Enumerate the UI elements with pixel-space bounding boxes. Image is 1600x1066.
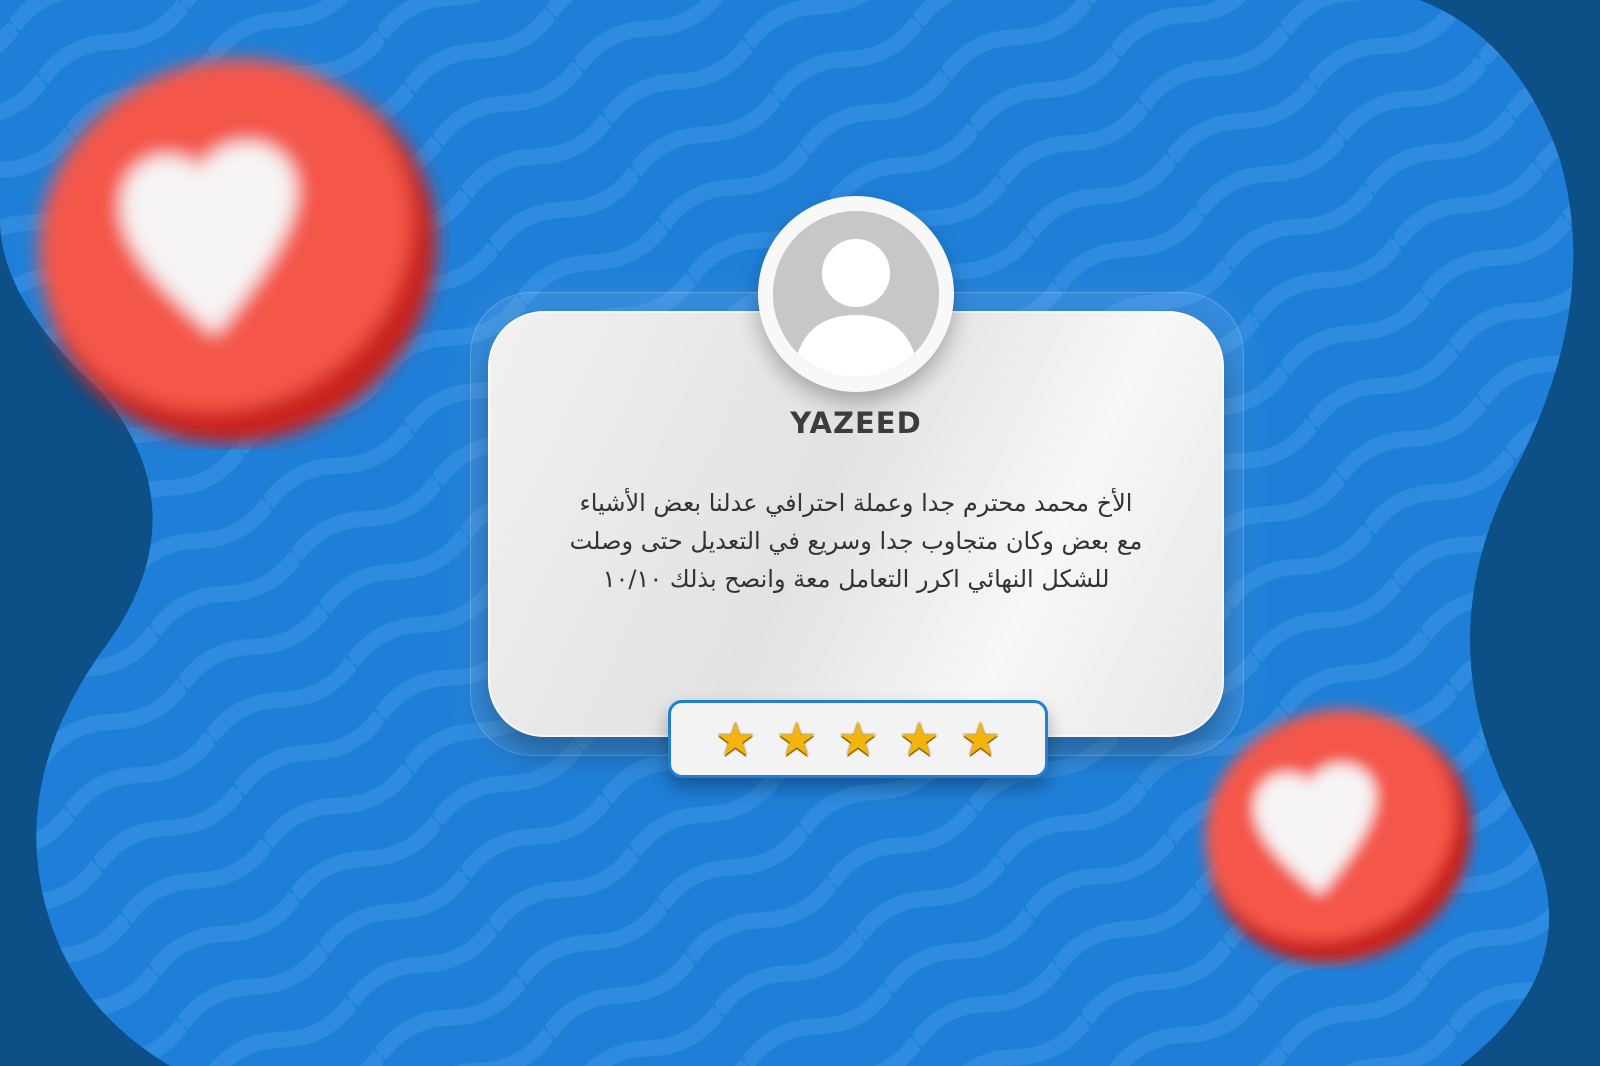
star-icon: ★: [776, 712, 818, 766]
heart-decoration-large: [10, 30, 450, 450]
review-text-line: الأخ محمد محترم جدا وعملة احترافي عدلنا …: [579, 489, 1133, 517]
review-text: الأخ محمد محترم جدا وعملة احترافي عدلنا …: [500, 484, 1212, 598]
star-icon: ★: [959, 712, 1002, 766]
heart-icon: [38, 58, 437, 444]
star-icon: ★: [898, 712, 940, 766]
user-silhouette-icon: [773, 211, 939, 377]
review-text-line: للشكل النهائي اكرر التعامل معة وانصح بذل…: [602, 565, 1110, 593]
star-icon: ★: [714, 712, 757, 766]
review-text-line: مع بعض وكان متجاوب جدا وسريع في التعديل …: [569, 527, 1143, 555]
rating-stars: ★ ★ ★ ★ ★: [668, 700, 1048, 778]
avatar-image: [773, 211, 939, 377]
avatar: [758, 196, 954, 392]
star-icon: ★: [837, 712, 879, 766]
reviewer-name: YAZEED: [790, 406, 922, 440]
